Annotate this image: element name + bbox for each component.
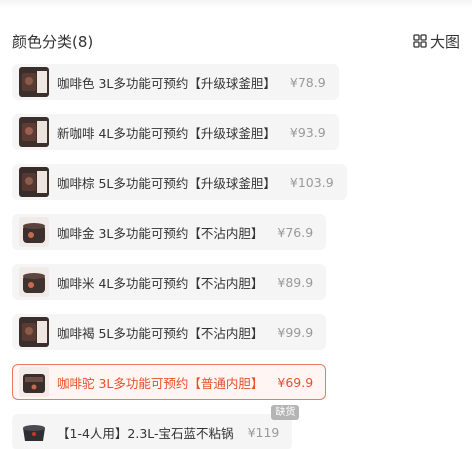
color-option[interactable]: 咖啡棕 5L多功能可预约【升级球釜胆】 ¥103.9 (12, 164, 347, 200)
color-option[interactable]: 咖啡色 3L多功能可预约【升级球釜胆】 ¥78.9 (12, 64, 339, 100)
large-image-view-toggle[interactable]: 大图 (413, 31, 460, 52)
color-category-header: 颜色分类(8) 大图 (12, 28, 460, 54)
product-thumbnail (19, 167, 49, 197)
product-thumbnail (19, 67, 49, 97)
color-option[interactable]: 咖啡金 3L多功能可预约【不沾内胆】 ¥76.9 (12, 214, 327, 250)
color-option[interactable]: 新咖啡 4L多功能可预约【升级球釜胆】 ¥93.9 (12, 114, 339, 150)
option-name: 新咖啡 4L多功能可预约【升级球釜胆】 (57, 125, 276, 141)
option-price: ¥69.9 (277, 374, 314, 390)
color-options-list: 咖啡色 3L多功能可预约【升级球釜胆】 ¥78.9 新咖啡 4L多功能可预约【升… (12, 64, 412, 449)
product-thumbnail (19, 117, 49, 147)
color-option[interactable]: 【1-4人用】2.3L-宝石蓝不粘锅 ¥119 缺货 (12, 405, 300, 449)
product-thumbnail (19, 367, 49, 397)
option-price: ¥89.9 (277, 274, 314, 290)
product-thumbnail (19, 317, 49, 347)
color-option[interactable]: 咖啡米 4L多功能可预约【不沾内胆】 ¥89.9 (12, 264, 327, 300)
option-name: 咖啡金 3L多功能可预约【不沾内胆】 (57, 225, 264, 241)
option-price: ¥78.9 (289, 74, 326, 90)
option-name: 咖啡米 4L多功能可预约【不沾内胆】 (57, 275, 264, 291)
color-option[interactable]: 咖啡褐 5L多功能可预约【不沾内胆】 ¥99.9 (12, 314, 327, 350)
out-of-stock-badge: 缺货 (271, 405, 300, 420)
color-category-title: 颜色分类(8) (12, 32, 94, 51)
option-name: 咖啡驼 3L多功能可预约【普通内胆】 (57, 375, 264, 391)
option-price: ¥103.9 (289, 174, 334, 190)
product-thumbnail (19, 217, 49, 247)
grid-view-icon (413, 34, 427, 48)
option-name: 咖啡色 3L多功能可预约【升级球釜胆】 (57, 75, 276, 91)
large-image-view-label: 大图 (429, 32, 460, 51)
color-option-selected[interactable]: 咖啡驼 3L多功能可预约【普通内胆】 ¥69.9 (12, 364, 327, 400)
top-cutoff-edge (0, 0, 472, 8)
option-name: 【1-4人用】2.3L-宝石蓝不粘锅 (57, 425, 234, 441)
option-price: ¥76.9 (277, 224, 314, 240)
product-thumbnail (19, 267, 49, 297)
product-thumbnail (19, 417, 49, 447)
option-price: ¥119 (247, 424, 280, 440)
option-price: ¥99.9 (277, 324, 314, 340)
option-name: 咖啡棕 5L多功能可预约【升级球釜胆】 (57, 175, 276, 191)
option-name: 咖啡褐 5L多功能可预约【不沾内胆】 (57, 325, 264, 341)
option-price: ¥93.9 (289, 124, 326, 140)
sku-selector-panel: 颜色分类(8) 大图 咖啡色 3L多功能可预约【升级球釜胆】 ¥78.9 新咖啡… (0, 0, 472, 449)
